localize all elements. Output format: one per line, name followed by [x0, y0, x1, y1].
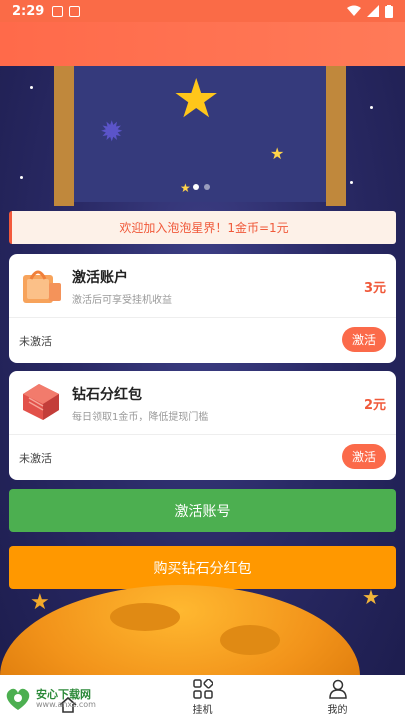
small-star-icon: ★	[180, 181, 191, 195]
activate-account-card: 激活账户 激活后可享受挂机收益 3元 未激活 激活	[9, 254, 396, 363]
notification-a-icon	[52, 5, 64, 17]
welcome-notice: 欢迎加入泡泡星界！1金币=1元	[9, 211, 396, 244]
notice-text: 欢迎加入泡泡星界！1金币=1元	[119, 221, 289, 235]
anxz-logo-icon	[6, 688, 30, 710]
status-indicators	[347, 4, 393, 18]
card-header: 钻石分红包 每日领取1金币，降低提现门槛 2元	[9, 371, 396, 434]
banner-pillar-left	[54, 66, 74, 206]
diamond-icon	[19, 380, 63, 424]
notification-b-icon	[69, 5, 81, 17]
star-dot	[350, 181, 353, 184]
watermark-url: www.anxz.com	[36, 699, 96, 709]
card-header: 激活账户 激活后可享受挂机收益 3元	[9, 254, 396, 317]
watermark-text: 安心下载网 www.anxz.com	[36, 687, 96, 710]
banner-carousel[interactable]: ★ ✹ ★ ★	[0, 66, 405, 206]
purple-star-icon: ✹	[100, 115, 124, 148]
carousel-pager	[193, 184, 210, 190]
grid-icon	[192, 679, 213, 699]
star-dot	[370, 106, 373, 109]
card-status: 未激活	[19, 335, 52, 348]
card-divider	[9, 434, 396, 435]
wifi-icon	[347, 5, 361, 16]
user-icon	[328, 679, 347, 699]
card-status: 未激活	[19, 452, 52, 465]
star-dot	[30, 86, 33, 89]
decor-star-icon: ★	[30, 590, 50, 615]
small-star-icon: ★	[270, 144, 285, 163]
activate-account-button[interactable]: 激活	[342, 327, 386, 352]
decor-star-icon: ★	[362, 585, 380, 609]
nav-mine-label: 我的	[327, 705, 348, 716]
star-mascot-icon: ★	[172, 67, 221, 130]
signal-icon	[367, 5, 379, 17]
card-amount: 2元	[363, 398, 386, 413]
card-description: 每日领取1金币，降低提现门槛	[72, 412, 209, 423]
header-band	[0, 22, 405, 66]
watermark: 安心下载网 www.anxz.com	[0, 680, 110, 718]
shopping-bag-icon	[19, 263, 63, 307]
status-bar: 2:29	[0, 0, 405, 22]
watermark-name: 安心下载网	[36, 687, 91, 701]
notification-icons	[52, 5, 81, 17]
card-title: 激活账户	[72, 270, 128, 286]
card-title: 钻石分红包	[72, 387, 142, 403]
buy-diamond-button[interactable]: 购买钻石分红包	[9, 546, 396, 589]
battery-icon	[385, 4, 393, 18]
status-time: 2:29	[12, 3, 45, 19]
nav-guaji-label: 挂机	[192, 705, 213, 716]
activate-diamond-button[interactable]: 激活	[342, 444, 386, 469]
planet-crater	[220, 625, 280, 655]
diamond-bonus-card: 钻石分红包 每日领取1金币，降低提现门槛 2元 未激活 激活	[9, 371, 396, 480]
activate-account-main-button[interactable]: 激活账号	[9, 489, 396, 532]
card-description: 激活后可享受挂机收益	[72, 295, 172, 306]
star-dot	[20, 176, 23, 179]
nav-guaji[interactable]: 挂机	[135, 675, 270, 720]
card-amount: 3元	[363, 281, 386, 296]
banner-pillar-right	[326, 66, 346, 206]
pager-dot	[204, 184, 210, 190]
card-divider	[9, 317, 396, 318]
nav-mine[interactable]: 我的	[270, 675, 405, 720]
pager-dot-active	[193, 184, 199, 190]
planet-crater	[110, 603, 180, 631]
